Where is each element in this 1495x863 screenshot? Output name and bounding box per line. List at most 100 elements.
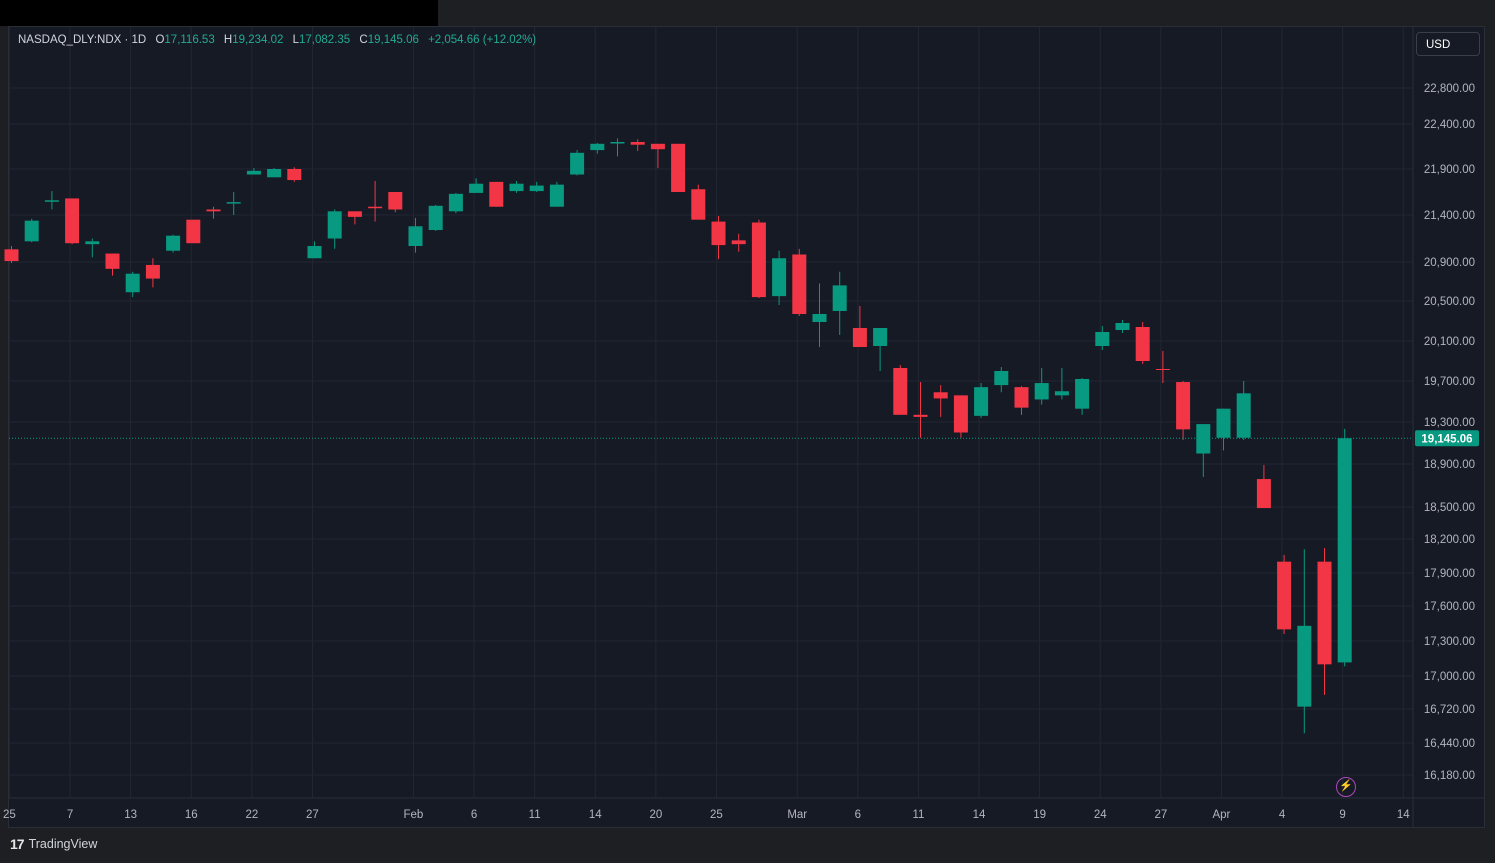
candle <box>1337 428 1352 667</box>
candle <box>610 138 625 157</box>
grid-lines <box>8 27 1485 827</box>
candle-body <box>1256 479 1271 509</box>
candle-body <box>307 246 322 259</box>
candle-body <box>893 368 908 415</box>
candle <box>448 192 463 214</box>
candle <box>953 395 968 438</box>
candle-body <box>85 241 100 245</box>
time-tick-label: 14 <box>973 809 986 821</box>
candle-body <box>590 143 605 151</box>
candle <box>1277 554 1292 634</box>
candle <box>226 192 241 215</box>
candle <box>994 367 1009 393</box>
candle-body <box>1075 379 1090 409</box>
time-tick-label: 27 <box>1154 809 1167 821</box>
candle <box>852 306 867 347</box>
candle-body <box>388 192 403 210</box>
time-tick-label: 7 <box>67 809 73 821</box>
time-tick-label: 20 <box>649 809 662 821</box>
price-tick-label: 19,700.00 <box>1424 376 1475 388</box>
price-tick-label: 20,900.00 <box>1424 257 1475 269</box>
candle <box>812 283 827 347</box>
candle-body <box>65 198 80 244</box>
candle <box>489 181 504 207</box>
candle <box>206 206 221 219</box>
candle <box>287 167 302 182</box>
candle <box>590 142 605 154</box>
candle-body <box>953 395 968 433</box>
candle <box>1095 326 1110 350</box>
candle <box>1054 368 1069 400</box>
candle-body <box>1196 424 1211 454</box>
candle <box>691 184 706 220</box>
tradingview-brand-text: TradingView <box>28 837 98 851</box>
candle-body <box>772 258 787 297</box>
price-tick-label: 21,400.00 <box>1424 210 1475 222</box>
candle <box>85 238 100 258</box>
candle <box>1216 408 1231 451</box>
candle-body <box>873 328 888 346</box>
candle <box>145 258 160 288</box>
time-tick-label: 25 <box>710 809 723 821</box>
candlestick-chart[interactable]: 22,800.00 22,400.00 21,900.00 21,400.00 20,9… <box>0 0 1495 863</box>
legend-low: 17,082.35 <box>299 34 351 46</box>
candle-body <box>408 226 423 247</box>
price-tick-label: 16,180.00 <box>1424 770 1475 782</box>
symbol-legend[interactable]: NASDAQ_DLY:NDX · 1D O17,116.53 H19,234.0… <box>18 34 542 46</box>
candle <box>105 253 120 276</box>
candle <box>186 219 201 244</box>
candle <box>731 233 746 252</box>
candle-body <box>327 211 342 239</box>
candle-body <box>549 184 564 207</box>
currency-button[interactable]: USD <box>1416 32 1480 56</box>
candle-body <box>731 240 746 245</box>
candle-body <box>469 183 484 193</box>
candle <box>428 204 443 231</box>
price-tick-label: 22,800.00 <box>1424 83 1475 95</box>
candle-body <box>186 219 201 244</box>
candle-body <box>974 387 989 416</box>
candle-body <box>812 314 827 322</box>
candle-body <box>267 169 282 178</box>
last-price-line: 19,145.06 <box>9 430 1479 447</box>
candle-body <box>994 371 1009 386</box>
candle-body <box>1216 408 1231 438</box>
candle <box>469 178 484 193</box>
tradingview-branding[interactable]: 17 TradingView <box>10 836 97 852</box>
time-tick-label: 4 <box>1279 809 1286 821</box>
time-tick-label: 6 <box>471 809 477 821</box>
candle-body <box>44 200 59 202</box>
candle-body <box>1034 383 1049 400</box>
candle <box>166 234 181 253</box>
price-tick-label: 20,500.00 <box>1424 296 1475 308</box>
lightning-icon[interactable]: ⚡ <box>1336 777 1356 797</box>
candle-body <box>913 414 928 417</box>
candle-body <box>610 142 625 144</box>
candle <box>1014 386 1029 415</box>
price-tick-label: 18,500.00 <box>1424 502 1475 514</box>
time-tick-label: 16 <box>185 809 198 821</box>
candle-body <box>1317 561 1332 665</box>
candle <box>1297 549 1312 734</box>
candle-body <box>226 202 241 204</box>
price-tick-label: 17,600.00 <box>1424 601 1475 613</box>
candle <box>65 198 80 245</box>
candle-body <box>368 206 383 209</box>
price-tick-label: 22,400.00 <box>1424 119 1475 131</box>
candle-body <box>1135 327 1150 361</box>
legend-change: +2,054.66 (+12.02%) <box>428 34 537 46</box>
candle-body <box>630 142 645 145</box>
candle <box>570 150 585 176</box>
legend-symbol[interactable]: NASDAQ_DLY:NDX · 1D <box>18 34 146 46</box>
time-tick-label: Feb <box>404 809 424 821</box>
price-tick-label: 17,300.00 <box>1424 636 1475 648</box>
candle-body <box>448 193 463 212</box>
candle-body <box>509 183 524 192</box>
candle-body <box>1155 369 1170 370</box>
time-tick-label: 6 <box>855 809 861 821</box>
candle <box>650 143 665 169</box>
candle-body <box>691 189 706 220</box>
candle-body <box>489 181 504 207</box>
candle-body <box>751 222 766 298</box>
candle <box>267 168 282 178</box>
